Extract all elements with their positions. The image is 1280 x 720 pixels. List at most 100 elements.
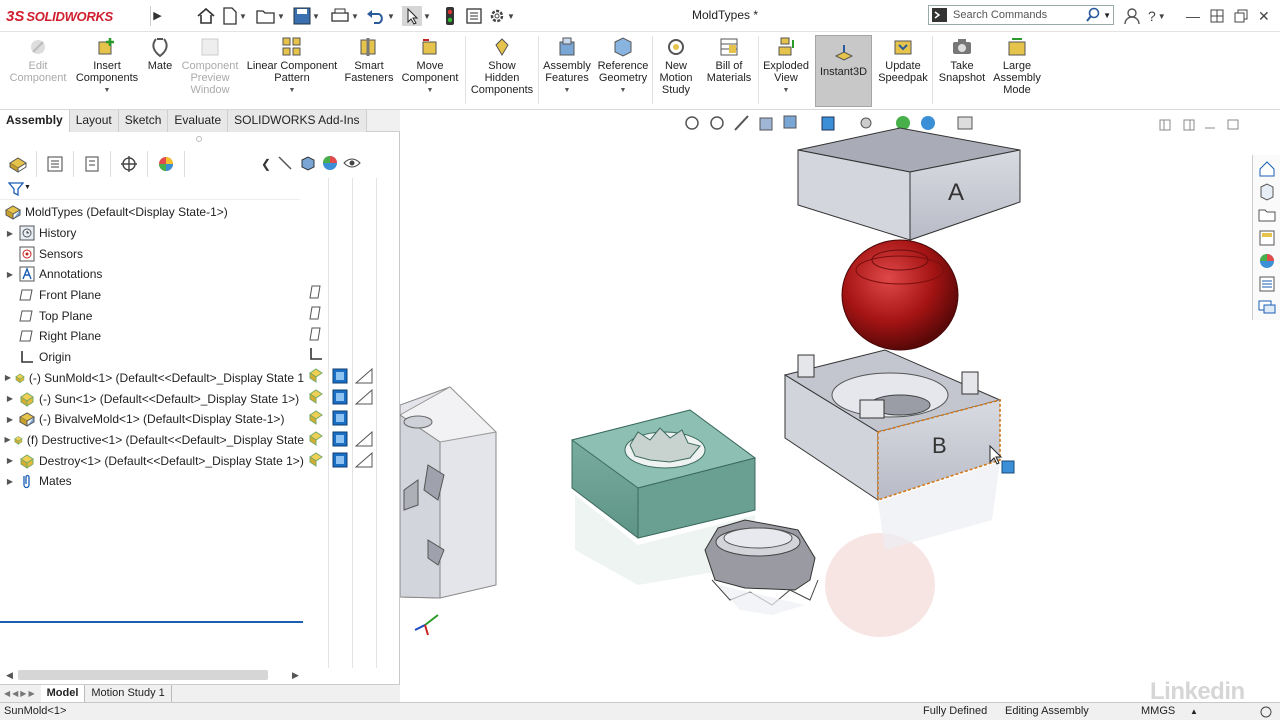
select-pointer-icon[interactable]: ▼ [402, 6, 431, 26]
mold-box-b-model[interactable]: B [783, 349, 1015, 550]
zoom-to-area-icon[interactable] [710, 116, 724, 130]
file-properties-icon[interactable] [465, 6, 483, 26]
component-preview-window-button[interactable]: Component Preview Window [178, 36, 242, 108]
close-window-icon[interactable]: ✕ [1258, 6, 1270, 26]
tab-sketch[interactable]: Sketch [118, 110, 169, 132]
tab-evaluate[interactable]: Evaluate [168, 110, 229, 132]
scroll-left-icon[interactable]: ◀ [6, 670, 13, 681]
expand-arrow-icon[interactable]: ▶ [4, 394, 16, 403]
scene-eye-icon[interactable] [343, 156, 363, 173]
mate-button[interactable]: Mate [144, 36, 176, 108]
tree-item-sensors[interactable]: Sensors [0, 243, 304, 264]
smart-fasteners-button[interactable]: Smart Fasteners [342, 36, 396, 108]
assembly-features-dropdown-icon[interactable]: ▼ [564, 85, 571, 97]
display-style-icon[interactable] [821, 116, 835, 131]
custom-properties-icon[interactable] [1257, 274, 1277, 294]
filter-icon[interactable] [8, 182, 24, 196]
featuremanager-tab[interactable] [0, 151, 37, 177]
displaymanager-tab[interactable] [148, 151, 185, 177]
linear-component-pattern-button[interactable]: Linear Component Pattern ▼ [244, 36, 340, 108]
design-library-icon[interactable] [1257, 182, 1277, 202]
bill-of-materials-button[interactable]: Bill of Materials [702, 36, 756, 108]
solidworks-resources-icon[interactable] [1257, 159, 1277, 179]
restore-window-icon[interactable] [1234, 6, 1248, 26]
sun-gear-model[interactable] [704, 519, 819, 615]
minimize-icon[interactable]: — [1186, 6, 1200, 26]
instant3d-button[interactable]: Instant3D [815, 35, 872, 107]
bivalve-mold-model[interactable] [400, 386, 498, 599]
filter-dropdown-icon[interactable]: ▼ [24, 184, 31, 191]
tree-item-component[interactable]: ▶ (f) Destructive<1> (Default<<Default>_… [0, 430, 304, 451]
selection-handle-icon[interactable] [1001, 460, 1015, 474]
exploded-view-button[interactable]: Exploded View ▼ [760, 36, 812, 108]
update-speedpak-button[interactable]: Update Speedpak [876, 36, 930, 108]
search-icon[interactable] [1085, 7, 1101, 23]
expand-arrow-icon[interactable]: ▶ [4, 435, 11, 444]
collapse-panel-icon[interactable]: ❮ [261, 157, 277, 171]
forum-icon[interactable] [1257, 297, 1277, 317]
scroll-right-icon[interactable]: ▶ [292, 670, 299, 681]
tab-solidworks-add-ins[interactable]: SOLIDWORKS Add-Ins [228, 110, 367, 132]
home-icon[interactable] [196, 6, 216, 26]
new-motion-study-button[interactable]: New Motion Study [654, 36, 698, 108]
search-dropdown-icon[interactable]: ▼ [1103, 11, 1111, 20]
appearances-scenes-icon[interactable] [1257, 251, 1277, 271]
tree-root-assembly[interactable]: MoldTypes (Default<Display State-1>) [0, 202, 304, 223]
tab-model[interactable]: Model [40, 685, 86, 702]
tree-item-subassembly[interactable]: ▶ (-) BivalveMold<1> (Default<Display St… [0, 409, 304, 430]
tab-motion-study-1[interactable]: Motion Study 1 [85, 685, 172, 702]
tree-item-origin[interactable]: Origin [0, 347, 304, 368]
expand-arrow-icon[interactable]: ▶ [4, 229, 16, 238]
reference-geometry-button[interactable]: Reference Geometry ▼ [596, 36, 650, 108]
tree-item-right-plane[interactable]: Right Plane [0, 326, 304, 347]
assembly-features-button[interactable]: Assembly Features ▼ [540, 36, 594, 108]
apply-scene-icon[interactable] [921, 116, 935, 130]
print-icon[interactable]: ▼ [330, 6, 359, 26]
viewport-split-icon[interactable] [1183, 119, 1195, 131]
tree-item-front-plane[interactable]: Front Plane [0, 285, 304, 306]
linear-pattern-dropdown-icon[interactable]: ▼ [289, 85, 296, 97]
horizontal-scrollbar[interactable] [18, 670, 268, 680]
insert-components-button[interactable]: Insert Components ▼ [72, 36, 142, 108]
solidworks-logo[interactable]: 3S SOLIDWORKS [6, 4, 146, 28]
view-orientation-icon[interactable] [299, 154, 321, 175]
view-orientation-icon[interactable] [783, 115, 797, 129]
viewport-restore-icon[interactable] [1227, 119, 1239, 130]
open-folder-icon[interactable]: ▼ [256, 6, 285, 26]
user-icon[interactable] [1124, 6, 1140, 26]
view-palette-icon[interactable] [1257, 228, 1277, 248]
search-commands-input[interactable]: Search Commands ▼ [928, 5, 1114, 25]
expand-arrow-icon[interactable]: ▶ [4, 477, 16, 486]
section-view-icon[interactable] [759, 117, 773, 131]
tab-assembly[interactable]: Assembly [0, 110, 70, 132]
help-icon[interactable]: ? ▼ [1148, 6, 1166, 26]
save-icon[interactable]: ▼ [293, 6, 320, 26]
options-gear-icon[interactable]: ▼ [488, 6, 515, 26]
tree-item-annotations[interactable]: ▶ Annotations [0, 264, 304, 285]
configurationmanager-tab[interactable] [74, 151, 111, 177]
propertymanager-tab[interactable] [37, 151, 74, 177]
tab-scroll-arrows-icon[interactable]: ◀◀▶▶ [0, 689, 41, 698]
file-explorer-icon[interactable] [1257, 205, 1277, 225]
dimxpertmanager-tab[interactable] [111, 151, 148, 177]
expand-arrow-icon[interactable]: ▶ [4, 373, 12, 382]
tree-item-component[interactable]: ▶ (-) Sun<1> (Default<<Default>_Display … [0, 388, 304, 409]
exploded-view-dropdown-icon[interactable]: ▼ [783, 85, 790, 97]
previous-view-icon[interactable] [734, 115, 749, 131]
move-component-dropdown-icon[interactable]: ▼ [427, 85, 434, 97]
rebuild-status-icon[interactable] [1258, 705, 1274, 719]
tree-item-component[interactable]: ▶ Destroy<1> (Default<<Default>_Display … [0, 450, 304, 471]
tile-windows-icon[interactable] [1210, 6, 1224, 26]
status-units[interactable]: MMGS [1141, 705, 1175, 717]
new-document-icon[interactable]: ▼ [222, 6, 247, 26]
menu-expand-arrow-icon[interactable]: ▶ [150, 6, 164, 26]
expand-arrow-icon[interactable]: ▶ [4, 270, 16, 279]
expand-arrow-icon[interactable]: ▶ [4, 415, 16, 424]
reference-geometry-dropdown-icon[interactable]: ▼ [620, 85, 627, 97]
view-settings-icon[interactable] [957, 116, 973, 130]
rebuild-traffic-light-icon[interactable] [444, 6, 456, 26]
insert-components-dropdown-icon[interactable]: ▼ [104, 85, 111, 97]
undo-icon[interactable]: ▼ [366, 6, 395, 26]
model-canvas[interactable]: A B [400, 110, 1250, 687]
tree-item-history[interactable]: ▶ History [0, 223, 304, 244]
